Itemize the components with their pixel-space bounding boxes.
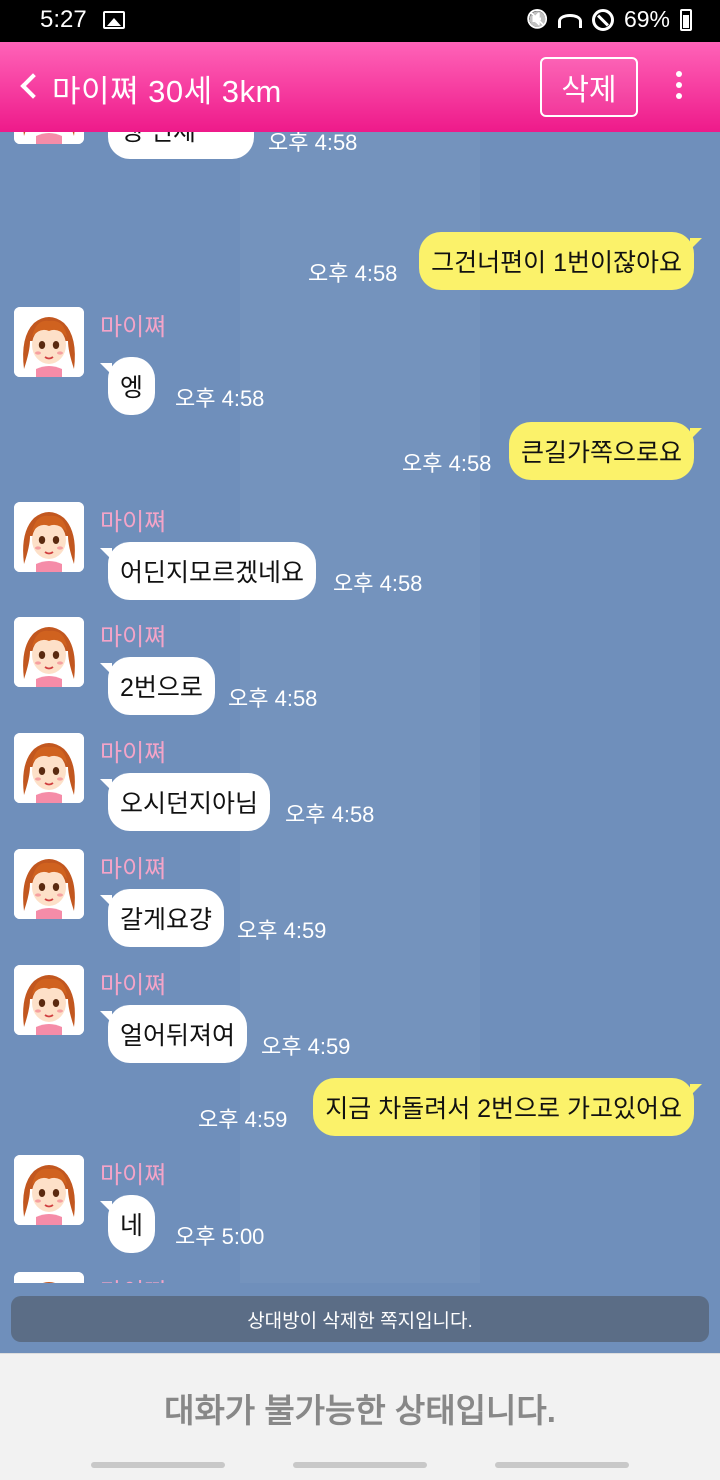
incoming-message-bubble[interactable]: 어딘지모르겠네요	[99, 542, 317, 600]
incoming-message-bubble[interactable]: 네	[99, 1195, 156, 1253]
chat-header: 마이쪄 30세 3km 삭제	[0, 42, 720, 132]
outgoing-message-bubble[interactable]: 그건너편이 1번이잖아요	[419, 232, 702, 290]
message-row: 마이쪄오시던지아님오후 4:58	[0, 733, 720, 843]
incoming-message-bubble[interactable]: 엥 언제ㅡㅡ	[108, 132, 254, 159]
wifi-icon	[557, 13, 582, 28]
incoming-message-bubble[interactable]: 갈게요걍	[99, 889, 225, 947]
message-time: 오후 4:58	[402, 451, 492, 476]
sender-name: 마이쪄	[100, 624, 167, 651]
outgoing-message-bubble[interactable]: 큰길가쪽으로요	[508, 422, 703, 480]
sender-avatar[interactable]	[14, 849, 84, 919]
sender-avatar[interactable]	[14, 965, 84, 1035]
message-time: 오후 4:58	[333, 571, 423, 596]
message-list[interactable]: 마이쪄엥 언제ㅡㅡ오후 4:58그건너편이 1번이잖아요오후 4:58 마이쪄엥…	[0, 132, 720, 1283]
chat-title: 마이쪄 30세 3km	[52, 74, 282, 109]
image-notification-icon	[103, 11, 125, 29]
nav-back-button[interactable]	[495, 1462, 629, 1468]
nav-recent-button[interactable]	[91, 1462, 225, 1468]
message-row: 마이쪄엥 언제ㅡㅡ오후 4:58	[0, 132, 720, 184]
status-icons: 69%	[526, 6, 692, 33]
message-time: 오후 4:58	[308, 261, 398, 286]
message-row: 마이쪄 2번으로오후 4:58	[0, 617, 720, 727]
back-arrow-icon[interactable]	[18, 70, 40, 100]
battery-percent: 69%	[623, 6, 670, 32]
sender-name: 마이쪄	[100, 314, 167, 341]
sender-name: 마이쪄	[100, 740, 167, 767]
sender-avatar[interactable]	[14, 617, 84, 687]
sender-name: 마이쪄	[100, 1162, 167, 1189]
deleted-message-notice: 상대방이 삭제한 쪽지입니다.	[11, 1296, 709, 1342]
outgoing-message-bubble[interactable]: 지금 차돌려서 2번으로 가고있어요	[313, 1078, 702, 1136]
incoming-message-bubble[interactable]: 엥	[99, 357, 156, 415]
sender-avatar[interactable]	[14, 502, 84, 572]
more-options-icon[interactable]	[672, 71, 686, 103]
message-row: 마이쪄얼어뒤져여오후 4:59	[0, 965, 720, 1075]
sender-avatar[interactable]	[14, 1155, 84, 1225]
chat-unavailable-text: 대화가 불가능한 상태입니다.	[164, 1392, 556, 1429]
status-bar: 5:27 69%	[0, 0, 720, 42]
sender-name: 마이쪄	[100, 972, 167, 999]
message-time: 오후 4:58	[268, 132, 358, 155]
sender-name: 마이쪄	[100, 1272, 166, 1283]
sender-avatar[interactable]	[14, 132, 84, 144]
message-time: 오후 4:58	[285, 802, 375, 827]
message-row: 마이쪄어딘지모르겠네요오후 4:58	[0, 502, 720, 612]
message-time: 오후 4:59	[261, 1034, 351, 1059]
message-time: 오후 4:58	[175, 386, 265, 411]
message-row: 마이쪄네오후 5:00	[0, 1155, 720, 1265]
message-time: 오후 4:59	[198, 1107, 288, 1132]
message-time: 오후 5:00	[175, 1224, 265, 1249]
incoming-message-bubble[interactable]: 얼어뒤져여	[99, 1005, 248, 1063]
battery-icon	[680, 8, 692, 31]
nav-home-button[interactable]	[293, 1462, 427, 1468]
sender-avatar[interactable]	[14, 1272, 84, 1283]
message-row: 마이쪄갈게요걍오후 4:59	[0, 849, 720, 959]
sender-avatar[interactable]	[14, 733, 84, 803]
sender-name: 마이쪄	[100, 509, 167, 536]
do-not-disturb-icon	[591, 8, 614, 31]
incoming-message-bubble[interactable]: 오시던지아님	[99, 773, 271, 831]
sender-avatar[interactable]	[14, 307, 84, 377]
message-time: 오후 4:58	[228, 686, 318, 711]
status-time: 5:27	[40, 6, 87, 33]
message-time: 오후 4:59	[237, 918, 327, 943]
message-row: 마이쪄엥오후 4:58	[0, 307, 720, 417]
footer-bar: 대화가 불가능한 상태입니다.	[0, 1353, 720, 1480]
delete-button[interactable]: 삭제	[540, 57, 638, 117]
incoming-message-bubble[interactable]: 2번으로	[100, 657, 215, 715]
system-nav-bar	[0, 1452, 720, 1480]
sender-name: 마이쪄	[100, 856, 167, 883]
mute-icon	[526, 9, 548, 31]
message-row: 마이쪄	[0, 1272, 720, 1283]
